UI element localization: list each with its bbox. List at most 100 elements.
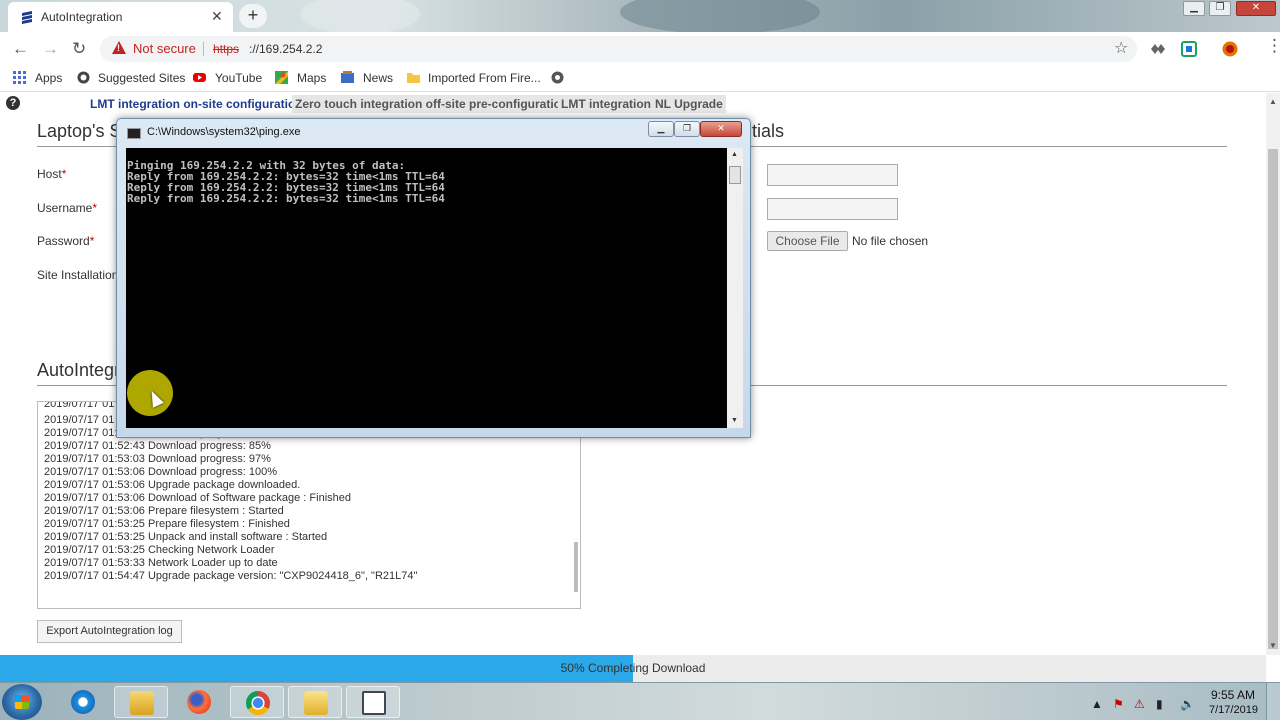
new-tab-button[interactable]: + xyxy=(239,4,267,28)
section-autointegration-title: AutoIntegr xyxy=(37,360,121,380)
address-bar[interactable]: Not secure https ://169.254.2.2 ☆ xyxy=(100,36,1137,62)
security-indicator[interactable]: Not secure xyxy=(133,41,196,56)
browser-toolbar: ← → ↻ Not secure https ://169.254.2.2 ☆ … xyxy=(0,32,1280,65)
minimize-button[interactable]: ▁ xyxy=(1183,1,1205,16)
taskbar-folder[interactable] xyxy=(288,686,342,718)
section-credentials-title: tials xyxy=(752,121,785,141)
log-line: 2019/07/17 01:53:25 Prepare filesystem :… xyxy=(44,518,290,530)
host-input[interactable] xyxy=(767,164,898,186)
log-line: 2019/07/17 01:53:03 Download progress: 9… xyxy=(44,453,271,465)
scroll-up-icon[interactable]: ▲ xyxy=(1269,97,1277,106)
console-close-button[interactable]: ✕ xyxy=(700,121,742,137)
clock-date[interactable]: 7/17/2019 xyxy=(1209,704,1258,716)
bookmark-news[interactable]: News xyxy=(363,71,393,85)
extension-orange-icon[interactable] xyxy=(1222,41,1238,57)
log-line: 2019/07/17 01:53:06 Prepare filesystem :… xyxy=(44,505,284,517)
tab-lmt-integration[interactable]: LMT integration xyxy=(558,95,654,113)
host-label: Host* xyxy=(37,167,67,181)
page-scrollbar-thumb[interactable] xyxy=(1268,149,1278,649)
log-line: 2019/07/17 01:53:06 Upgrade package down… xyxy=(44,479,301,491)
tab-title: AutoIntegration xyxy=(41,10,123,24)
tray-network-warning-icon[interactable]: ⚠ xyxy=(1134,697,1145,711)
console-output[interactable]: Pinging 169.254.2.2 with 32 bytes of dat… xyxy=(126,148,727,428)
globe-icon[interactable] xyxy=(551,71,564,84)
tab-close-icon[interactable]: ✕ xyxy=(211,8,223,25)
console-scroll-down-icon[interactable]: ▼ xyxy=(731,417,738,424)
file-explorer-icon xyxy=(130,691,154,715)
site-installation-label: Site Installation xyxy=(37,268,119,282)
background-decoration xyxy=(620,0,820,34)
background-decoration xyxy=(300,0,420,34)
progress-text: 50% Completing Download xyxy=(560,661,706,675)
restore-button[interactable]: ❐ xyxy=(1209,1,1231,16)
tab-lmt-onsite-config[interactable]: LMT integration on-site configuration xyxy=(87,95,306,113)
autointegration-favicon-icon xyxy=(22,11,32,24)
ping-console-window[interactable]: C:\Windows\system32\ping.exe ▁ ❐ ✕ Pingi… xyxy=(116,118,751,438)
help-icon[interactable]: ? xyxy=(6,96,20,110)
taskbar-chrome[interactable] xyxy=(230,686,284,718)
page-scrollbar[interactable]: ▲ ▼ xyxy=(1266,93,1280,655)
username-label: Username* xyxy=(37,201,98,215)
clock-time[interactable]: 9:55 AM xyxy=(1211,688,1255,702)
taskbar-internet-explorer[interactable] xyxy=(56,686,110,718)
bookmark-imported-folder[interactable]: Imported From Fire... xyxy=(428,71,541,85)
windows-logo-icon xyxy=(15,695,29,709)
warning-icon xyxy=(112,41,126,54)
tab-zero-touch-offsite[interactable]: Zero touch integration off-site pre-conf… xyxy=(292,95,572,113)
taskbar-firefox[interactable] xyxy=(172,686,226,718)
log-line: 2019/07/17 01:54:47 Upgrade package vers… xyxy=(44,570,418,582)
scroll-down-icon[interactable]: ▼ xyxy=(1269,641,1277,650)
log-line: 2019/07/17 01 xyxy=(44,414,115,426)
internet-explorer-icon xyxy=(71,690,95,714)
browser-tabstrip: AutoIntegration ✕ + ▁ ❐ ✕ xyxy=(0,0,1280,34)
extension-bat-icon[interactable] xyxy=(1150,41,1166,57)
export-log-button[interactable]: Export AutoIntegration log xyxy=(37,620,182,643)
console-scrollbar[interactable]: ▲ ▼ xyxy=(727,148,743,428)
reload-icon[interactable]: ↻ xyxy=(72,39,86,59)
tray-power-icon[interactable]: ▮ xyxy=(1156,697,1163,711)
password-label: Password* xyxy=(37,234,95,248)
taskbar-console[interactable] xyxy=(346,686,400,718)
bookmark-apps[interactable]: Apps xyxy=(35,71,62,85)
bookmark-suggested-sites[interactable]: Suggested Sites xyxy=(98,71,185,85)
console-scroll-up-icon[interactable]: ▲ xyxy=(731,151,738,158)
tray-volume-icon[interactable]: 🔊 xyxy=(1180,697,1195,711)
start-button[interactable] xyxy=(2,684,42,720)
chrome-icon xyxy=(246,691,270,715)
folder-icon xyxy=(407,73,420,83)
log-line: 2019/07/17 01:53:06 Download progress: 1… xyxy=(44,466,278,478)
show-desktop-button[interactable] xyxy=(1266,683,1280,720)
log-line: 2019/07/17 01:53:33 Network Loader up to… xyxy=(44,557,278,569)
omnibox-divider xyxy=(203,42,204,56)
taskbar: ▲ ⚑ ⚠ ▮ 🔊 9:55 AM 7/17/2019 xyxy=(0,682,1280,720)
console-window-icon xyxy=(127,128,141,139)
tab-nl-upgrade[interactable]: NL Upgrade xyxy=(652,95,726,113)
bookmark-youtube[interactable]: YouTube xyxy=(215,71,262,85)
log-line: 2019/07/17 01:52:43 Download progress: 8… xyxy=(44,440,271,452)
youtube-icon xyxy=(193,73,206,82)
firefox-icon xyxy=(187,690,211,714)
tray-action-center-icon[interactable]: ⚑ xyxy=(1113,697,1124,711)
browser-tab[interactable]: AutoIntegration ✕ xyxy=(8,2,233,32)
back-arrow-icon[interactable]: ← xyxy=(12,39,29,59)
log-line: 2019/07/17 01 xyxy=(44,401,115,410)
no-file-text: No file chosen xyxy=(852,234,929,248)
bookmark-maps[interactable]: Maps xyxy=(297,71,326,85)
close-window-button[interactable]: ✕ xyxy=(1236,1,1276,16)
log-line: 2019/07/17 01:53:06 Download of Software… xyxy=(44,492,351,504)
log-scrollbar[interactable] xyxy=(574,542,578,592)
menu-dots-icon[interactable]: ⋮ xyxy=(1266,36,1280,56)
bookmark-star-icon[interactable]: ☆ xyxy=(1114,38,1128,58)
username-input[interactable] xyxy=(767,198,898,220)
tray-expand-icon[interactable]: ▲ xyxy=(1091,697,1103,711)
folder-icon xyxy=(304,691,328,715)
choose-file-button[interactable]: Choose File xyxy=(767,231,848,251)
extension-green-icon[interactable] xyxy=(1181,41,1197,57)
console-scrollbar-thumb[interactable] xyxy=(729,166,741,184)
forward-arrow-icon[interactable]: → xyxy=(42,39,59,59)
console-maximize-button[interactable]: ❐ xyxy=(674,121,700,137)
taskbar-file-explorer[interactable] xyxy=(114,686,168,718)
download-progress-bar: 50% Completing Download xyxy=(0,655,1266,682)
console-minimize-button[interactable]: ▁ xyxy=(648,121,674,137)
console-line: Reply from 169.254.2.2: bytes=32 time<1m… xyxy=(127,192,445,205)
